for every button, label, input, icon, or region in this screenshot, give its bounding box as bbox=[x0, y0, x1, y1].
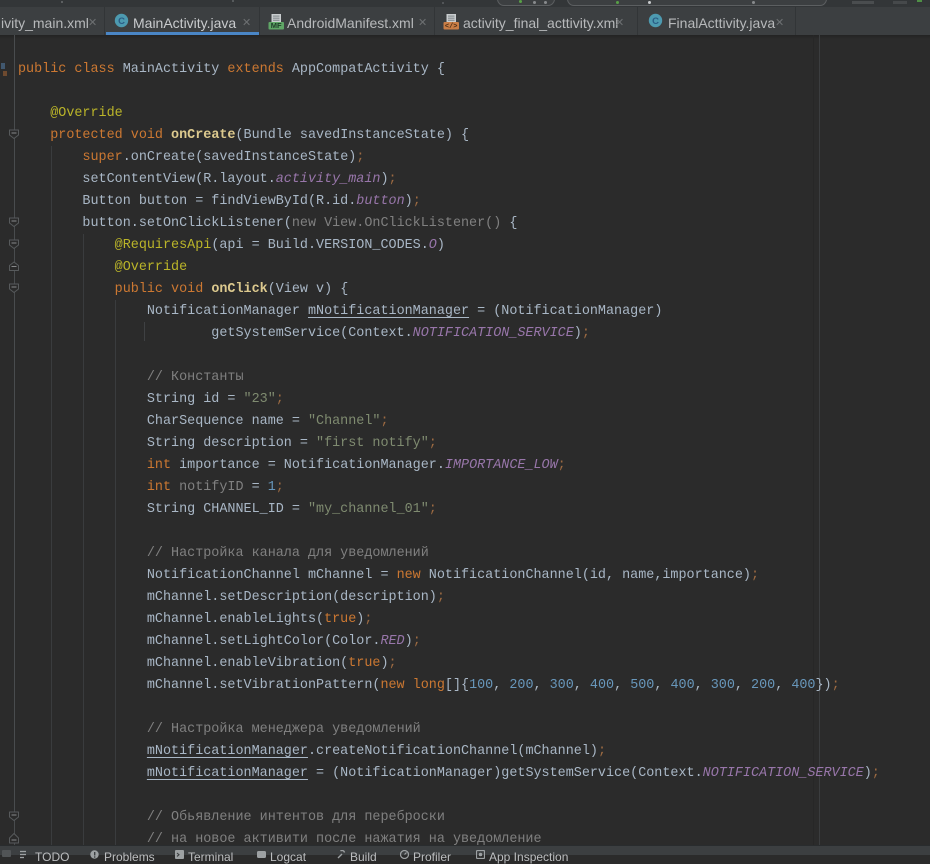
svg-text:MF: MF bbox=[271, 21, 282, 30]
svg-text:C: C bbox=[652, 16, 659, 27]
svg-text:C: C bbox=[118, 16, 125, 27]
svg-text:</>: </> bbox=[445, 23, 458, 30]
